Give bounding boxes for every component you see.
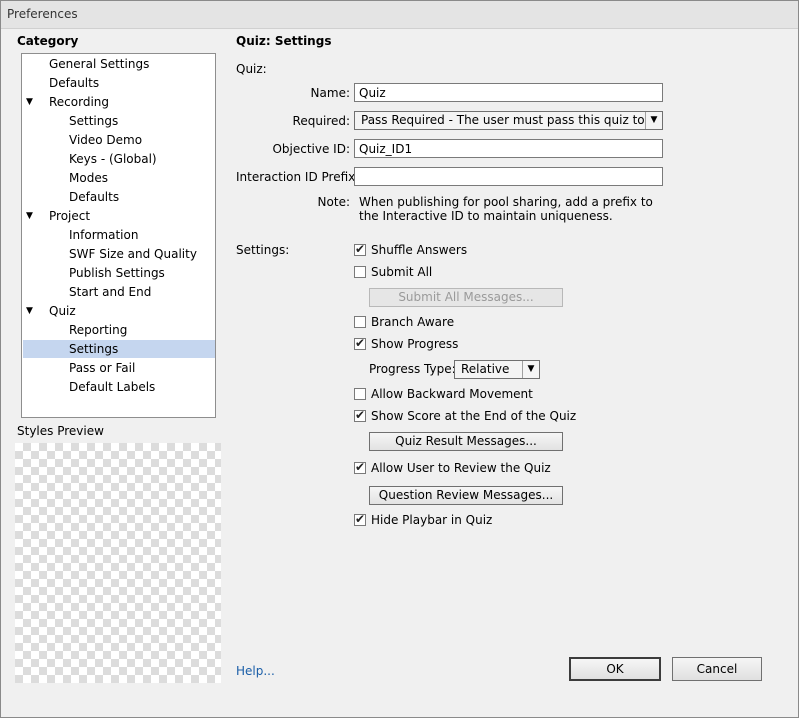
tree-item-label: Information — [69, 228, 139, 242]
interaction-prefix-input[interactable] — [354, 167, 663, 186]
allow-backward-label: Allow Backward Movement — [371, 387, 533, 401]
panel-heading: Quiz: Settings — [236, 34, 332, 48]
objective-id-input[interactable] — [354, 139, 663, 158]
tree-item-label: Pass or Fail — [69, 361, 136, 375]
ok-button[interactable]: OK — [569, 657, 661, 681]
category-heading: Category — [17, 34, 79, 48]
expand-arrow-icon[interactable]: ▼ — [26, 93, 33, 111]
expand-arrow-icon[interactable]: ▼ — [26, 302, 33, 320]
note-line-1: When publishing for pool sharing, add a … — [359, 195, 653, 209]
show-score-label: Show Score at the End of the Quiz — [371, 409, 577, 423]
quiz-result-messages-button[interactable]: Quiz Result Messages... — [369, 432, 563, 451]
tree-item[interactable]: Settings — [23, 340, 215, 358]
submit-all-messages-button[interactable]: Submit All Messages... — [369, 288, 563, 307]
submit-all-checkbox[interactable] — [354, 266, 366, 278]
tree-item[interactable]: General Settings — [23, 55, 215, 73]
branch-aware-label: Branch Aware — [371, 315, 455, 329]
title-bar[interactable]: Preferences — [1, 1, 798, 29]
tree-item[interactable]: Start and End — [23, 283, 215, 301]
tree-item[interactable]: Defaults — [23, 74, 215, 92]
hide-playbar-label: Hide Playbar in Quiz — [371, 513, 493, 527]
show-score-checkbox[interactable] — [354, 408, 366, 422]
tree-item-label: Start and End — [69, 285, 152, 299]
submit-all-label: Submit All — [371, 265, 433, 279]
tree-item-label: Defaults — [69, 190, 120, 204]
tree-item[interactable]: Modes — [23, 169, 215, 187]
tree-item[interactable]: Pass or Fail — [23, 359, 215, 377]
tree-item-label: Quiz — [49, 304, 76, 318]
dropdown-arrow-icon[interactable]: ▼ — [522, 361, 539, 378]
tree-item[interactable]: ▼ Quiz — [23, 302, 215, 320]
tree-item[interactable]: SWF Size and Quality — [23, 245, 215, 263]
tree-item[interactable]: Reporting — [23, 321, 215, 339]
dropdown-arrow-icon[interactable]: ▼ — [645, 112, 662, 129]
category-tree[interactable]: General Settings Defaults ▼ Recording Settin… — [21, 53, 216, 418]
name-input[interactable] — [354, 83, 663, 102]
required-value: Pass Required - The user must pass this … — [361, 113, 645, 127]
tree-item[interactable]: Keys - (Global) — [23, 150, 215, 168]
note-label: Note: — [317, 195, 350, 209]
styles-preview-area — [15, 443, 221, 683]
tree-item[interactable]: Video Demo — [23, 131, 215, 149]
allow-review-checkbox[interactable] — [354, 460, 366, 474]
preferences-window: Preferences Category General Settings Def… — [0, 0, 799, 718]
tree-item-label: Default Labels — [69, 380, 156, 394]
tree-item[interactable]: Settings — [23, 112, 215, 130]
tree-item-label: Settings — [69, 114, 119, 128]
objective-id-label: Objective ID: — [272, 142, 350, 156]
branch-aware-checkbox[interactable] — [354, 316, 366, 328]
tree-item[interactable]: Defaults — [23, 188, 215, 206]
show-progress-label: Show Progress — [371, 337, 459, 351]
tree-item-label: Modes — [69, 171, 108, 185]
interaction-prefix-label: Interaction ID Prefix: — [236, 170, 360, 184]
tree-item-label: Keys - (Global) — [69, 152, 157, 166]
tree-item-label: Reporting — [69, 323, 128, 337]
tree-item-label: Settings — [69, 342, 119, 356]
styles-preview-label: Styles Preview — [17, 424, 104, 438]
tree-item[interactable]: ▼ Recording — [23, 93, 215, 111]
tree-item-label: Publish Settings — [69, 266, 165, 280]
window-title: Preferences — [7, 7, 78, 21]
progress-type-select[interactable]: Relative ▼ — [454, 360, 540, 379]
required-select[interactable]: Pass Required - The user must pass this … — [354, 111, 663, 130]
progress-type-label: Progress Type: — [369, 362, 456, 376]
settings-label: Settings: — [236, 243, 290, 257]
tree-item[interactable]: Default Labels — [23, 378, 215, 396]
required-label: Required: — [292, 114, 350, 128]
shuffle-answers-checkbox[interactable] — [354, 242, 366, 256]
quiz-section-label: Quiz: — [236, 62, 267, 76]
name-label: Name: — [310, 86, 350, 100]
cancel-button[interactable]: Cancel — [672, 657, 762, 681]
allow-backward-checkbox[interactable] — [354, 388, 366, 400]
hide-playbar-checkbox[interactable] — [354, 512, 366, 526]
progress-type-value: Relative — [461, 362, 510, 376]
tree-item-label: Recording — [49, 95, 110, 109]
expand-arrow-icon[interactable]: ▼ — [26, 207, 33, 225]
tree-item-label: SWF Size and Quality — [69, 247, 197, 261]
tree-item-label: Defaults — [49, 76, 100, 90]
show-progress-checkbox[interactable] — [354, 336, 366, 350]
tree-item-label: General Settings — [49, 57, 150, 71]
tree-item[interactable]: ▼ Project — [23, 207, 215, 225]
shuffle-answers-label: Shuffle Answers — [371, 243, 468, 257]
allow-review-label: Allow User to Review the Quiz — [371, 461, 551, 475]
tree-item[interactable]: Information — [23, 226, 215, 244]
note-line-2: the Interactive ID to maintain uniquenes… — [359, 209, 613, 223]
tree-item-label: Video Demo — [69, 133, 143, 147]
tree-item[interactable]: Publish Settings — [23, 264, 215, 282]
help-link[interactable]: Help... — [236, 664, 275, 678]
tree-item-label: Project — [49, 209, 91, 223]
question-review-messages-button[interactable]: Question Review Messages... — [369, 486, 563, 505]
